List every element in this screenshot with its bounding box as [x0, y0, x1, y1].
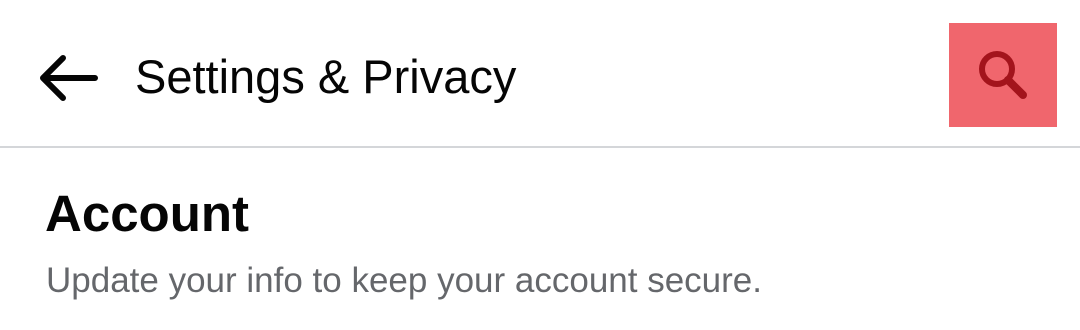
account-section-title[interactable]: Account: [45, 182, 249, 246]
search-button[interactable]: [949, 23, 1057, 127]
search-icon: [979, 51, 1027, 99]
arrow-left-icon: [40, 55, 98, 101]
account-section-subtitle: Update your info to keep your account se…: [46, 261, 762, 300]
back-button[interactable]: [28, 38, 108, 118]
page-title: Settings & Privacy: [135, 50, 517, 103]
header-divider: [0, 146, 1080, 148]
top-app-bar: Settings & Privacy: [0, 0, 1080, 147]
